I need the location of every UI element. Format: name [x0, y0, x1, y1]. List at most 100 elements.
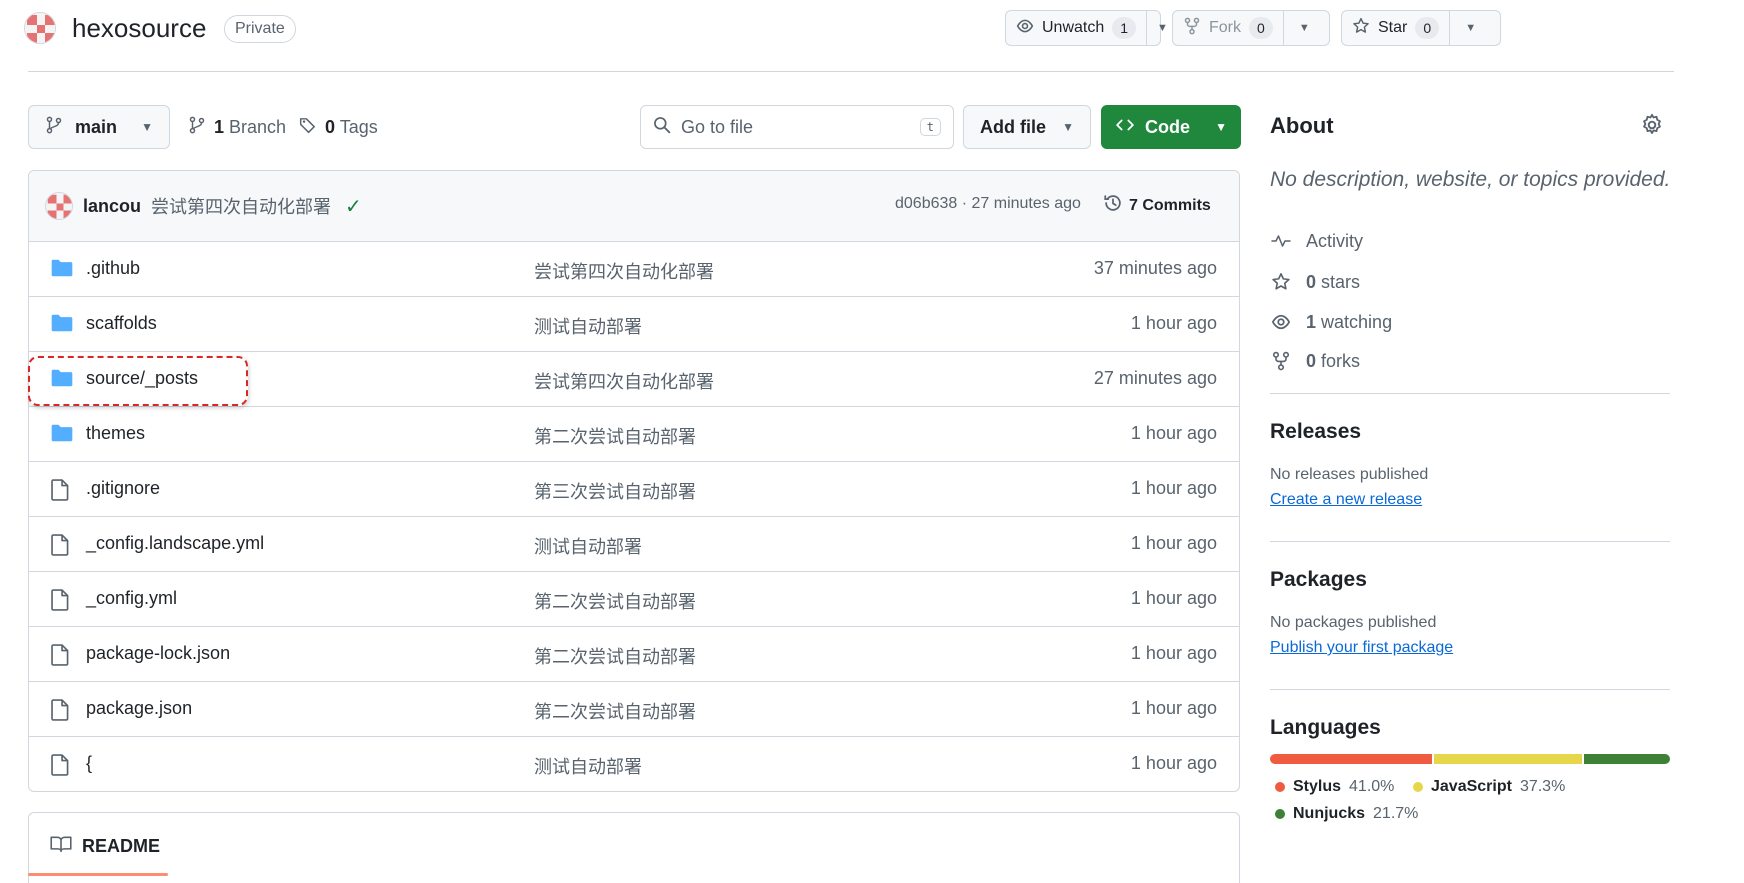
file-commit-message[interactable]: 第二次尝试自动部署	[534, 423, 696, 449]
fork-button[interactable]: Fork 0	[1173, 11, 1283, 45]
releases-note: No releases published	[1270, 466, 1429, 483]
commit-message[interactable]: 尝试第四次自动化部署	[151, 193, 331, 219]
file-name[interactable]: .gitignore	[86, 478, 160, 499]
file-commit-message[interactable]: 尝试第四次自动化部署	[534, 368, 714, 394]
language-item[interactable]: JavaScript 37.3%	[1413, 778, 1565, 796]
readme-tab[interactable]: README	[50, 835, 160, 858]
header-divider	[28, 71, 1674, 72]
file-name[interactable]: source/_posts	[86, 368, 198, 389]
file-commit-message[interactable]: 测试自动部署	[534, 753, 642, 779]
star-button[interactable]: Star 0	[1342, 11, 1449, 45]
about-heading: About	[1270, 113, 1334, 138]
keyboard-shortcut-hint: t	[919, 118, 941, 136]
fork-icon	[1270, 350, 1292, 372]
watch-button-group: Unwatch 1 ▼	[1005, 10, 1168, 46]
folder-icon	[51, 259, 73, 279]
language-bar-segment	[1434, 754, 1583, 764]
file-row[interactable]: themes 第二次尝试自动部署 1 hour ago	[29, 407, 1239, 462]
language-item[interactable]: Nunjucks 21.7%	[1275, 805, 1418, 823]
folder-icon	[51, 424, 73, 444]
releases-heading[interactable]: Releases	[1270, 420, 1361, 444]
star-icon	[1352, 17, 1370, 40]
star-icon	[1270, 271, 1292, 293]
go-to-file-placeholder: Go to file	[681, 116, 754, 137]
language-name: Nunjucks	[1293, 805, 1366, 822]
file-commit-message[interactable]: 尝试第四次自动化部署	[534, 258, 714, 284]
activity-label: Activity	[1306, 230, 1364, 251]
file-commit-message[interactable]: 第三次尝试自动部署	[534, 478, 696, 504]
star-count: 0	[1415, 17, 1440, 39]
language-bar-segment	[1584, 754, 1670, 764]
file-commit-time: 1 hour ago	[1130, 478, 1217, 498]
tags-label: Tags	[339, 117, 378, 137]
create-release-link[interactable]: Create a new release	[1270, 491, 1422, 509]
file-row[interactable]: _config.yml 第二次尝试自动部署 1 hour ago	[29, 572, 1239, 627]
branches-label: Branch	[229, 117, 287, 137]
file-name[interactable]: _config.yml	[86, 588, 177, 609]
file-name[interactable]: _config.landscape.yml	[86, 533, 264, 554]
fork-button-group: Fork 0 ▼	[1172, 10, 1330, 46]
file-row[interactable]: package-lock.json 第二次尝试自动部署 1 hour ago	[29, 627, 1239, 682]
unwatch-button[interactable]: Unwatch 1	[1006, 11, 1146, 45]
file-commit-time: 37 minutes ago	[1093, 258, 1217, 278]
fork-dropdown-button[interactable]: ▼	[1282, 11, 1325, 45]
history-icon	[1103, 193, 1123, 218]
activity-link[interactable]: Activity	[1270, 230, 1363, 252]
file-row[interactable]: scaffolds 测试自动部署 1 hour ago	[29, 297, 1239, 352]
file-icon	[51, 699, 73, 721]
file-row[interactable]: .github 尝试第四次自动化部署 37 minutes ago	[29, 242, 1239, 297]
chevron-down-icon: ▼	[1298, 22, 1310, 34]
file-name[interactable]: themes	[86, 423, 145, 444]
forks-count: 0	[1306, 350, 1317, 371]
sidebar-divider	[1270, 541, 1670, 542]
repo-owner-avatar[interactable]	[24, 12, 56, 44]
stars-link[interactable]: 0 stars	[1270, 271, 1360, 293]
branch-selector[interactable]: main ▼	[28, 105, 170, 149]
commit-hash-time[interactable]: d06b638 · 27 minutes ago	[895, 195, 1081, 213]
file-name[interactable]: .github	[86, 258, 140, 279]
file-commit-message[interactable]: 测试自动部署	[534, 313, 642, 339]
file-name[interactable]: scaffolds	[86, 313, 157, 334]
commit-author[interactable]: lancou	[83, 196, 141, 217]
chevron-down-icon: ▼	[1465, 22, 1477, 34]
language-bar-segment	[1270, 754, 1433, 764]
watching-label: watching	[1321, 311, 1393, 332]
file-commit-message[interactable]: 第二次尝试自动部署	[534, 698, 696, 724]
file-commit-time: 1 hour ago	[1130, 423, 1217, 443]
file-row[interactable]: package.json 第二次尝试自动部署 1 hour ago	[29, 682, 1239, 737]
commits-link[interactable]: 7 Commits	[1103, 193, 1211, 218]
file-commit-message[interactable]: 第二次尝试自动部署	[534, 588, 696, 614]
folder-icon	[51, 314, 73, 334]
file-row[interactable]: source/_posts 尝试第四次自动化部署 27 minutes ago	[29, 352, 1239, 407]
gear-icon[interactable]	[1640, 113, 1664, 137]
code-button[interactable]: Code ▼	[1101, 105, 1241, 149]
file-row[interactable]: _config.landscape.yml 测试自动部署 1 hour ago	[29, 517, 1239, 572]
forks-link[interactable]: 0 forks	[1270, 350, 1360, 372]
star-label: Star	[1378, 19, 1408, 36]
packages-heading[interactable]: Packages	[1270, 568, 1367, 592]
language-item[interactable]: Stylus 41.0%	[1275, 778, 1394, 796]
watching-count: 1	[1306, 311, 1317, 332]
code-icon	[1115, 116, 1135, 139]
publish-package-link[interactable]: Publish your first package	[1270, 639, 1453, 657]
check-icon[interactable]: ✓	[345, 194, 362, 219]
file-commit-message[interactable]: 第二次尝试自动部署	[534, 643, 696, 669]
go-to-file-input[interactable]: Go to file t	[640, 105, 954, 149]
branches-link[interactable]: 1 Branch	[188, 116, 286, 139]
file-row[interactable]: {测试自动部署 1 hour ago	[29, 737, 1239, 791]
star-dropdown-button[interactable]: ▼	[1449, 11, 1491, 45]
file-name[interactable]: package-lock.json	[86, 643, 230, 664]
file-name[interactable]: package.json	[86, 698, 192, 719]
code-label: Code	[1145, 116, 1190, 137]
stars-label: stars	[1321, 271, 1361, 292]
repo-name[interactable]: hexosource	[72, 13, 206, 44]
tags-link[interactable]: 0 Tags	[299, 116, 378, 139]
add-file-button[interactable]: Add file ▼	[963, 105, 1091, 149]
folder-icon	[51, 369, 73, 389]
commit-author-avatar[interactable]	[45, 192, 73, 220]
file-commit-message[interactable]: 测试自动部署	[534, 533, 642, 559]
file-row[interactable]: .gitignore 第三次尝试自动部署 1 hour ago	[29, 462, 1239, 517]
file-name[interactable]: {	[86, 753, 92, 774]
watching-link[interactable]: 1 watching	[1270, 311, 1392, 333]
file-commit-time: 27 minutes ago	[1093, 368, 1217, 388]
